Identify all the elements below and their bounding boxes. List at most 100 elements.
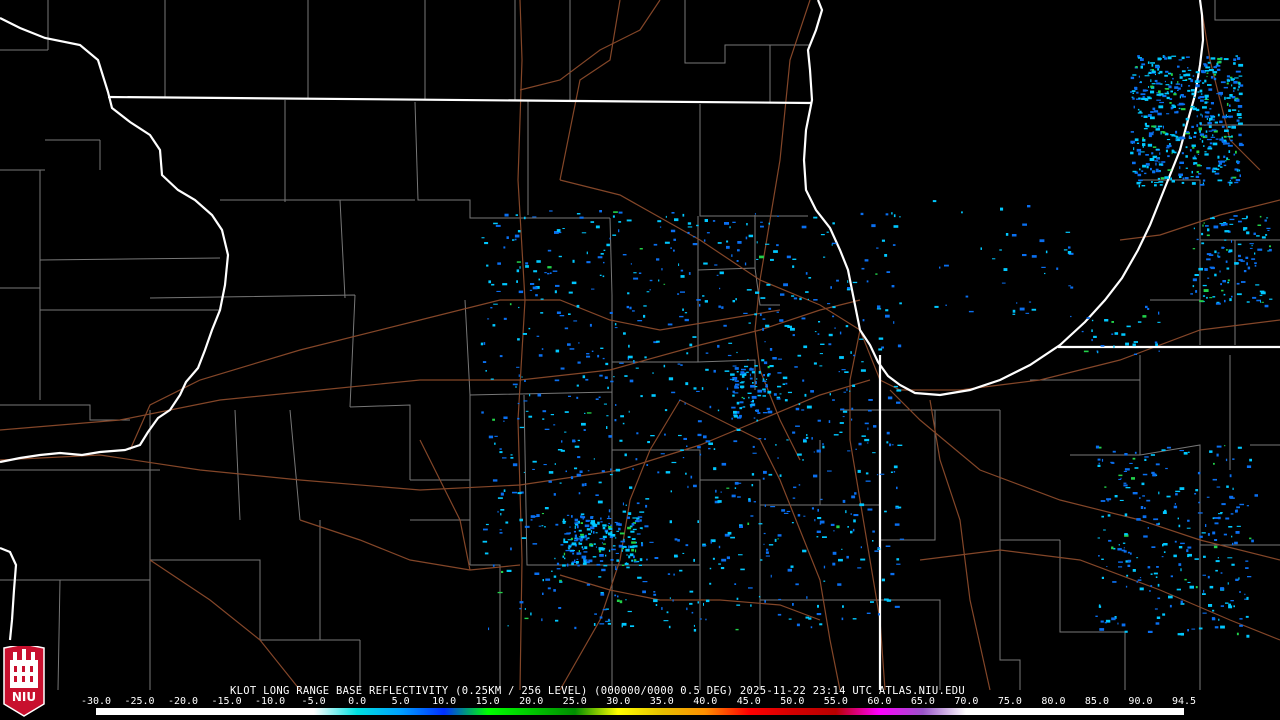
echo-pixel bbox=[1138, 97, 1141, 99]
echo-pixel bbox=[1156, 82, 1161, 85]
echo-pixel bbox=[1227, 126, 1231, 128]
echo-pixel bbox=[1231, 78, 1235, 80]
echo-pixel bbox=[650, 435, 655, 437]
echo-pixel bbox=[536, 514, 540, 517]
echo-pixel bbox=[497, 510, 499, 513]
echo-pixel bbox=[813, 474, 818, 478]
echo-pixel bbox=[697, 446, 701, 449]
echo-pixel bbox=[1251, 539, 1254, 543]
echo-pixel bbox=[480, 342, 484, 346]
echo-pixel bbox=[1195, 586, 1198, 589]
echo-pixel bbox=[614, 594, 617, 597]
scale-label: 94.5 bbox=[1171, 696, 1197, 707]
echo-pixel bbox=[720, 567, 725, 570]
echo-pixel bbox=[837, 583, 842, 586]
echo-pixel bbox=[1139, 168, 1141, 171]
echo-pixel bbox=[1146, 165, 1149, 169]
echo-pixel bbox=[961, 211, 963, 214]
echo-pixel bbox=[1187, 553, 1192, 557]
echo-pixel bbox=[488, 627, 490, 631]
echo-pixel bbox=[878, 348, 883, 351]
echo-pixel bbox=[1180, 94, 1184, 97]
echo-pixel bbox=[619, 439, 623, 442]
echo-pixel bbox=[1185, 146, 1188, 149]
echo-pixel bbox=[750, 604, 752, 607]
echo-pixel bbox=[749, 377, 753, 380]
echo-pixel bbox=[748, 396, 750, 399]
echo-pixel bbox=[618, 523, 622, 526]
echo-pixel bbox=[516, 261, 521, 263]
echo-pixel bbox=[525, 410, 529, 412]
echo-pixel bbox=[607, 618, 610, 620]
echo-pixel bbox=[1083, 350, 1089, 353]
echo-pixel bbox=[666, 611, 669, 614]
echo-pixel bbox=[783, 512, 789, 514]
echo-pixel bbox=[1183, 74, 1186, 77]
echo-pixel bbox=[754, 213, 756, 215]
echo-pixel bbox=[1191, 182, 1196, 185]
scale-label: -10.0 bbox=[255, 696, 286, 707]
echo-pixel bbox=[1151, 63, 1154, 67]
echo-pixel bbox=[592, 556, 597, 558]
scale-swatch bbox=[487, 708, 532, 715]
echo-pixel bbox=[1141, 63, 1146, 66]
echo-pixel bbox=[1246, 262, 1248, 266]
echo-pixel bbox=[1206, 258, 1211, 261]
echo-pixel bbox=[1238, 220, 1242, 223]
echo-pixel bbox=[1238, 169, 1241, 172]
echo-pixel bbox=[1194, 131, 1197, 134]
echo-pixel bbox=[721, 558, 727, 562]
echo-pixel bbox=[1141, 185, 1146, 187]
echo-pixel bbox=[1019, 307, 1025, 311]
echo-pixel bbox=[1123, 484, 1128, 487]
echo-pixel bbox=[1217, 252, 1220, 254]
echo-pixel bbox=[1185, 167, 1188, 169]
echo-pixel bbox=[1230, 139, 1233, 142]
echo-pixel bbox=[855, 448, 857, 450]
echo-pixel bbox=[1256, 235, 1260, 237]
echo-pixel bbox=[790, 327, 795, 331]
echo-pixel bbox=[578, 550, 580, 553]
echo-pixel bbox=[682, 457, 685, 459]
echo-pixel bbox=[1125, 487, 1131, 489]
scale-label: 70.0 bbox=[954, 696, 979, 707]
echo-pixel bbox=[776, 244, 779, 247]
echo-pixel bbox=[1202, 574, 1206, 576]
echo-pixel bbox=[1223, 135, 1227, 138]
echo-pixel bbox=[608, 509, 611, 513]
echo-pixel bbox=[1239, 84, 1244, 87]
echo-pixel bbox=[746, 289, 752, 291]
echo-pixel bbox=[762, 378, 765, 381]
echo-pixel bbox=[709, 405, 712, 409]
echo-pixel bbox=[1223, 139, 1227, 142]
echo-pixel bbox=[714, 496, 719, 499]
echo-pixel bbox=[1229, 76, 1233, 79]
echo-pixel bbox=[874, 550, 879, 552]
echo-pixel bbox=[606, 415, 609, 417]
echo-pixel bbox=[653, 599, 658, 603]
echo-pixel bbox=[1185, 73, 1191, 77]
echo-pixel bbox=[876, 308, 882, 310]
echo-pixel bbox=[1198, 127, 1202, 131]
echo-pixel bbox=[1097, 458, 1101, 461]
echo-pixel bbox=[857, 567, 862, 569]
echo-pixel bbox=[1154, 74, 1156, 76]
echo-pixel bbox=[851, 495, 856, 499]
echo-pixel bbox=[1227, 136, 1233, 138]
echo-pixel bbox=[830, 286, 832, 289]
echo-pixel bbox=[798, 484, 801, 486]
echo-pixel bbox=[893, 214, 896, 218]
echo-pixel bbox=[872, 540, 874, 542]
scale-swatch bbox=[444, 708, 488, 715]
scale-swatch bbox=[574, 708, 619, 715]
echo-pixel bbox=[632, 545, 638, 548]
echo-pixel bbox=[817, 419, 821, 422]
scale-swatch bbox=[313, 708, 358, 715]
echo-pixel bbox=[1231, 295, 1233, 298]
echo-pixel bbox=[1153, 110, 1159, 113]
echo-pixel bbox=[523, 471, 525, 473]
echo-pixel bbox=[1196, 115, 1198, 118]
echo-pixel bbox=[764, 600, 766, 603]
scale-swatch bbox=[661, 708, 706, 715]
echo-pixel bbox=[686, 352, 689, 355]
